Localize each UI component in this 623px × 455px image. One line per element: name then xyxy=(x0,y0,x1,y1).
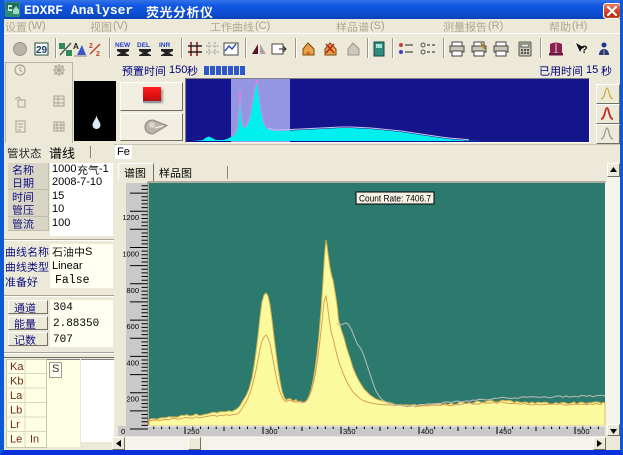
svg-text:29: 29 xyxy=(36,45,48,56)
svg-text:450: 450 xyxy=(499,427,512,436)
svg-text:300: 300 xyxy=(265,427,278,436)
svg-text:0: 0 xyxy=(121,427,125,436)
svg-text:Ka: Ka xyxy=(10,361,24,373)
svg-text:2: 2 xyxy=(89,43,93,50)
svg-text:400: 400 xyxy=(421,427,434,436)
svg-text:La: La xyxy=(10,390,23,402)
svg-text:350: 350 xyxy=(343,427,356,436)
svg-text:NEW: NEW xyxy=(115,42,131,49)
svg-text:Lb: Lb xyxy=(10,405,22,417)
svg-text:Le: Le xyxy=(10,434,22,446)
svg-text:A: A xyxy=(73,42,79,51)
svg-text:1200: 1200 xyxy=(122,213,139,222)
svg-text:600: 600 xyxy=(126,322,139,331)
svg-text:250: 250 xyxy=(187,427,200,436)
svg-text:INR: INR xyxy=(159,42,171,49)
svg-text:400: 400 xyxy=(126,358,139,367)
svg-text:Kb: Kb xyxy=(10,376,23,388)
svg-text:In: In xyxy=(30,434,39,446)
svg-text:1000: 1000 xyxy=(122,250,139,259)
svg-text:200: 200 xyxy=(126,395,139,404)
svg-text:Count Rate: 7406.7: Count Rate: 7406.7 xyxy=(359,194,431,204)
svg-text:2: 2 xyxy=(96,51,100,57)
svg-text:Lr: Lr xyxy=(10,419,20,431)
svg-text:800: 800 xyxy=(126,286,139,295)
svg-text:500: 500 xyxy=(577,427,590,436)
svg-text:DEL: DEL xyxy=(137,42,150,49)
svg-text:?: ? xyxy=(581,44,588,56)
